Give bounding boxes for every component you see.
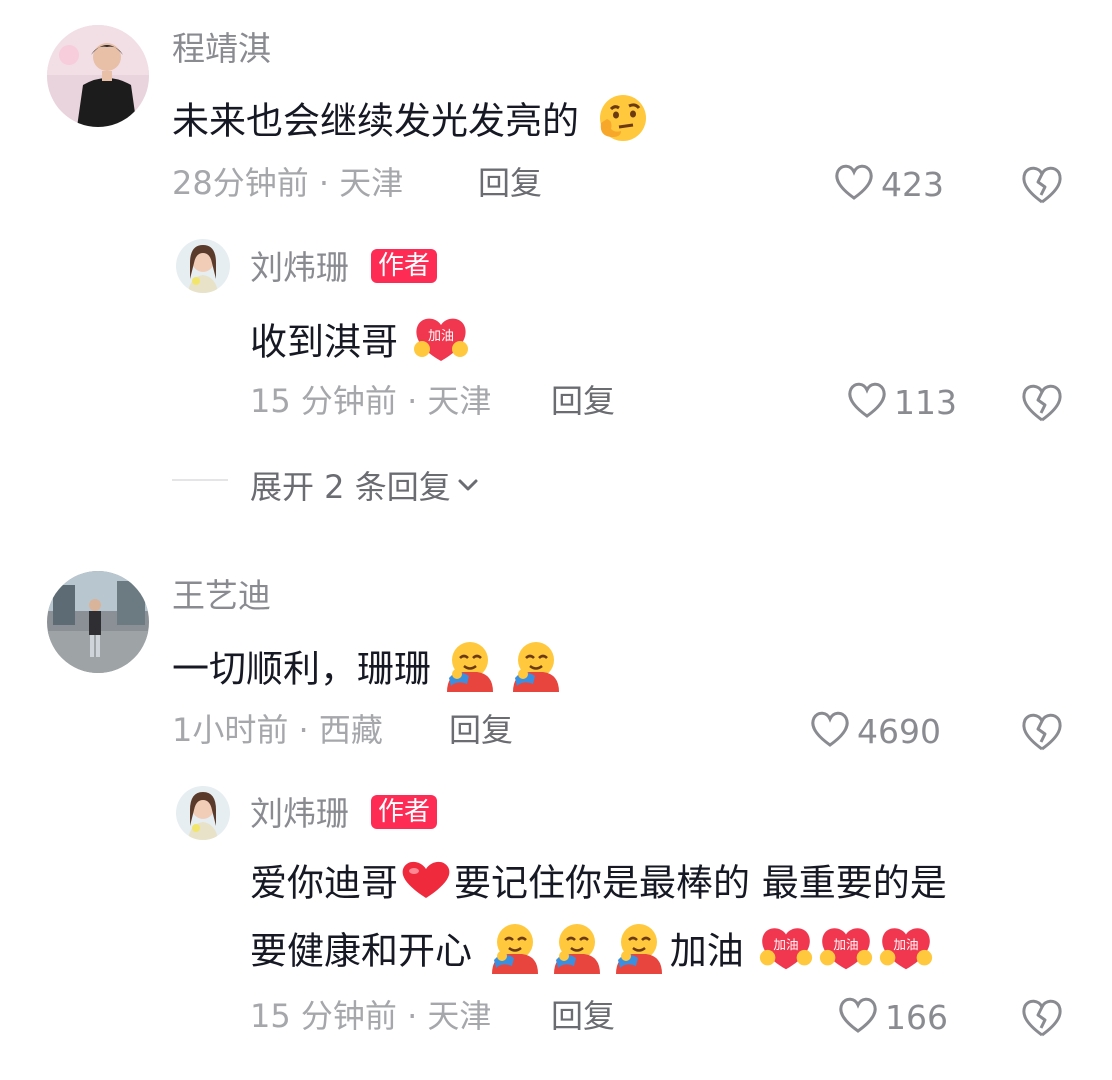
reply-text-segment: 要健康和开心 bbox=[250, 929, 472, 973]
reply-time-location: 15 分钟前 · 天津 bbox=[250, 382, 492, 420]
hugging-face-icon bbox=[509, 640, 563, 702]
comment-text: 一切顺利，珊珊 bbox=[172, 640, 563, 702]
author-badge: 作者 bbox=[371, 249, 438, 283]
like-button[interactable]: 113 bbox=[846, 381, 957, 424]
reply-text-segment: 要记住你是最棒的 最重要的是 bbox=[454, 861, 947, 905]
like-button[interactable]: 166 bbox=[837, 996, 948, 1039]
expand-replies-label: 展开 2 条回复 bbox=[250, 468, 451, 506]
emoji-badge-text: 加油 bbox=[893, 937, 918, 952]
avatar[interactable] bbox=[47, 571, 149, 673]
comment-text-content: 未来也会继续发光发亮的 bbox=[172, 99, 579, 143]
emoji-badge-text: 加油 bbox=[833, 937, 858, 952]
heart-cheer-icon: 加油 bbox=[756, 922, 816, 984]
reply-button[interactable]: 回复 bbox=[551, 1000, 615, 1032]
reply-text-content: 收到淇哥 bbox=[250, 320, 398, 364]
reply-button[interactable]: 回复 bbox=[449, 714, 513, 746]
divider bbox=[172, 479, 228, 481]
reply-text-segment: 加油 bbox=[669, 929, 744, 973]
heart-outline-icon bbox=[809, 710, 851, 753]
author-badge: 作者 bbox=[371, 795, 438, 829]
chevron-down-icon bbox=[457, 478, 479, 492]
like-button[interactable]: 423 bbox=[833, 163, 944, 206]
hugging-face-icon bbox=[443, 640, 497, 702]
reply-text-line: 爱你迪哥 要记住你是最棒的 最重要的是 bbox=[250, 858, 947, 912]
like-count: 4690 bbox=[857, 712, 941, 751]
broken-heart-icon bbox=[1020, 384, 1064, 427]
avatar[interactable] bbox=[176, 239, 230, 293]
reply-username[interactable]: 刘炜珊 bbox=[250, 797, 349, 830]
emoji-badge-text: 加油 bbox=[428, 329, 454, 344]
dislike-button[interactable] bbox=[1020, 383, 1064, 427]
hugging-face-icon bbox=[546, 922, 608, 984]
heart-cheer-icon: 加油 bbox=[410, 313, 472, 375]
comment-text-content: 一切顺利，珊珊 bbox=[172, 647, 431, 691]
broken-heart-icon bbox=[1020, 999, 1064, 1042]
comment-time-location: 1小时前 · 西藏 bbox=[172, 711, 383, 749]
dislike-button[interactable] bbox=[1020, 998, 1064, 1042]
emoji-badge-text: 加油 bbox=[773, 937, 798, 952]
dislike-button[interactable] bbox=[1020, 165, 1064, 209]
reply-time-location: 15 分钟前 · 天津 bbox=[250, 997, 492, 1035]
hugging-face-icon bbox=[608, 922, 670, 984]
comment-username[interactable]: 王艺迪 bbox=[172, 579, 271, 612]
like-count: 423 bbox=[881, 165, 944, 204]
avatar[interactable] bbox=[47, 25, 149, 127]
red-heart-icon bbox=[398, 858, 454, 912]
reply-text-line: 要健康和开心 加油 加油 加油 加油 bbox=[250, 922, 936, 984]
avatar[interactable] bbox=[176, 786, 230, 840]
comment-text: 未来也会继续发光发亮的 bbox=[172, 93, 653, 153]
reply-button[interactable]: 回复 bbox=[478, 167, 542, 199]
comment-time-location: 28分钟前 · 天津 bbox=[172, 164, 404, 202]
reply-text-segment: 爱你迪哥 bbox=[250, 861, 398, 905]
comment-username[interactable]: 程靖淇 bbox=[172, 32, 271, 65]
heart-cheer-icon: 加油 bbox=[816, 922, 876, 984]
heart-cheer-icon: 加油 bbox=[876, 922, 936, 984]
hugging-face-icon bbox=[484, 922, 546, 984]
thinking-face-icon bbox=[591, 93, 653, 153]
broken-heart-icon bbox=[1020, 166, 1064, 209]
like-count: 113 bbox=[894, 383, 957, 422]
reply-username[interactable]: 刘炜珊 bbox=[250, 251, 349, 284]
expand-replies-button[interactable]: 展开 2 条回复 bbox=[250, 462, 479, 508]
heart-outline-icon bbox=[846, 381, 888, 424]
broken-heart-icon bbox=[1020, 713, 1064, 756]
heart-outline-icon bbox=[833, 163, 875, 206]
dislike-button[interactable] bbox=[1020, 712, 1064, 756]
reply-text: 收到淇哥 加油 bbox=[250, 313, 472, 375]
heart-outline-icon bbox=[837, 996, 879, 1039]
like-button[interactable]: 4690 bbox=[809, 710, 941, 753]
reply-button[interactable]: 回复 bbox=[551, 385, 615, 417]
like-count: 166 bbox=[885, 998, 948, 1037]
